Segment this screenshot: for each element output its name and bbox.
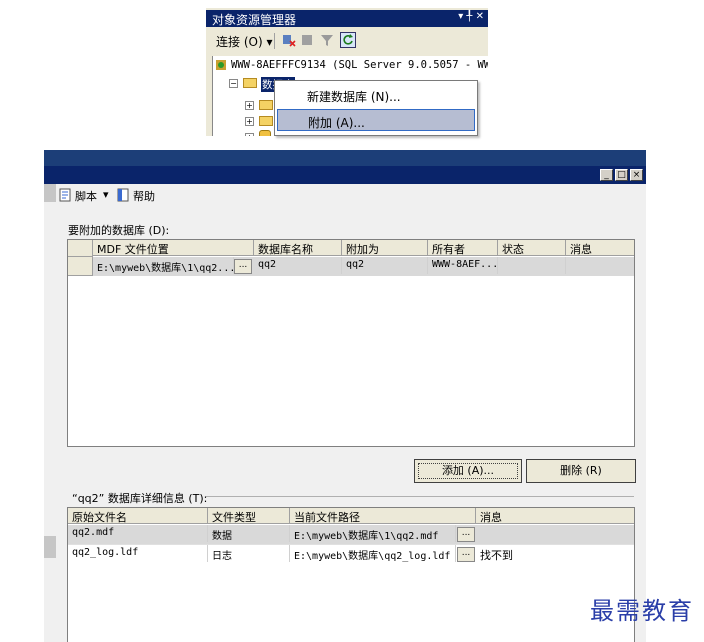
remove-button-label: 删除 (R): [560, 464, 602, 477]
file-type-cell[interactable]: 日志: [208, 545, 290, 562]
column-header-file-type[interactable]: 文件类型: [208, 508, 290, 524]
column-header-db-name[interactable]: 数据库名称: [254, 240, 342, 256]
browse-ellipsis-button[interactable]: ...: [457, 547, 475, 562]
details-section-label: “qq2” 数据库详细信息 (T):: [72, 492, 208, 505]
attach-section-label: 要附加的数据库 (D):: [68, 224, 170, 237]
attach-as-cell[interactable]: qq2: [342, 257, 428, 274]
db-name-cell[interactable]: qq2: [254, 257, 342, 274]
grid-corner: [68, 240, 93, 257]
column-header-message[interactable]: 消息: [476, 508, 634, 524]
database-icon: [259, 130, 271, 136]
column-header-current-path[interactable]: 当前文件路径: [290, 508, 476, 524]
expand-icon[interactable]: +: [245, 101, 254, 110]
collapse-icon[interactable]: −: [229, 79, 238, 88]
filter-icon[interactable]: [320, 33, 334, 47]
object-explorer-title: 对象资源管理器: [212, 13, 297, 27]
panel-controls[interactable]: ▾ ╀ ✕: [458, 11, 484, 22]
help-icon[interactable]: [116, 188, 130, 202]
file-type-cell[interactable]: 数据: [208, 525, 290, 542]
column-header-attach-as[interactable]: 附加为: [342, 240, 428, 256]
current-path-cell[interactable]: E:\myweb\数据库\qq2_log.ldf: [290, 545, 456, 562]
focus-rect: [418, 463, 518, 479]
table-row[interactable]: E:\myweb\数据库\1\qq2... ... qq2 qq2 WWW-8A…: [68, 257, 634, 276]
script-button[interactable]: 脚本: [75, 188, 97, 204]
owner-cell[interactable]: WWW-8AEF...: [428, 257, 498, 274]
table-row[interactable]: qq2_log.ldf 日志 E:\myweb\数据库\qq2_log.ldf …: [68, 544, 634, 563]
context-menu: 新建数据库 (N)... 附加 (A)...: [274, 80, 478, 136]
original-file-cell[interactable]: qq2.mdf: [68, 525, 208, 542]
expand-icon[interactable]: +: [245, 117, 254, 126]
server-node-label: WWW-8AEFFFC9134 (SQL Server 9.0.5057 - W…: [231, 59, 488, 71]
folder-icon: [259, 100, 273, 110]
help-button[interactable]: 帮助: [133, 188, 155, 204]
table-row[interactable]: qq2.mdf 数据 E:\myweb\数据库\1\qq2.mdf ...: [68, 525, 634, 544]
folder-icon: [259, 116, 273, 126]
database-details-grid: 原始文件名 文件类型 当前文件路径 消息 qq2.mdf 数据 E:\myweb…: [67, 507, 635, 642]
column-header-message[interactable]: 消息: [566, 240, 634, 256]
row-selector[interactable]: [68, 257, 93, 276]
disconnect-icon[interactable]: [282, 33, 296, 47]
dialog-toolbar: 脚本 ▾ 帮助: [44, 184, 646, 208]
column-header-status[interactable]: 状态: [498, 240, 566, 256]
dialog-side-strip: [44, 536, 56, 558]
message-cell: 找不到: [480, 549, 513, 562]
dialog-side-strip: [44, 184, 56, 202]
mdf-location-cell[interactable]: E:\myweb\数据库\1\qq2...: [93, 257, 234, 274]
attach-databases-grid: MDF 文件位置 数据库名称 附加为 所有者 状态 消息 E:\myweb\数据…: [67, 239, 635, 447]
column-header-mdf[interactable]: MDF 文件位置: [93, 240, 254, 256]
original-file-cell[interactable]: qq2_log.ldf: [68, 545, 208, 562]
section-divider: [206, 496, 634, 497]
status-cell: [498, 257, 566, 274]
chevron-down-icon[interactable]: ▾: [103, 188, 109, 201]
column-header-original-file[interactable]: 原始文件名: [68, 508, 208, 524]
message-cell: [566, 257, 634, 274]
expand-icon[interactable]: +: [245, 133, 254, 136]
message-cell: [476, 525, 634, 542]
remove-button[interactable]: 删除 (R): [526, 459, 636, 483]
menu-item-new-database[interactable]: 新建数据库 (N)...: [277, 84, 475, 106]
add-button[interactable]: 添加 (A)...: [414, 459, 522, 483]
script-icon[interactable]: [58, 188, 72, 202]
server-icon: [215, 59, 227, 71]
folder-icon: [243, 78, 257, 88]
dialog-title-bar: _ □ ×: [44, 166, 646, 184]
column-header-owner[interactable]: 所有者: [428, 240, 498, 256]
minimize-button[interactable]: _: [600, 169, 613, 181]
connect-button[interactable]: 连接 (O) ▾: [216, 33, 272, 50]
window-header-band: [44, 150, 646, 166]
menu-item-attach[interactable]: 附加 (A)...: [277, 109, 475, 131]
browse-ellipsis-button[interactable]: ...: [234, 259, 252, 274]
browse-ellipsis-button[interactable]: ...: [457, 527, 475, 542]
toolbar-separator: [274, 33, 275, 49]
object-explorer-toolbar: 连接 (O) ▾: [210, 30, 486, 52]
refresh-icon[interactable]: [340, 32, 356, 48]
watermark-text: 最需教育: [590, 597, 694, 625]
current-path-cell[interactable]: E:\myweb\数据库\1\qq2.mdf: [290, 525, 456, 542]
close-button[interactable]: ×: [630, 169, 643, 181]
stop-icon[interactable]: [302, 35, 312, 45]
maximize-button[interactable]: □: [615, 169, 628, 181]
object-explorer-title-bar: 对象资源管理器 ▾ ╀ ✕: [206, 10, 488, 27]
